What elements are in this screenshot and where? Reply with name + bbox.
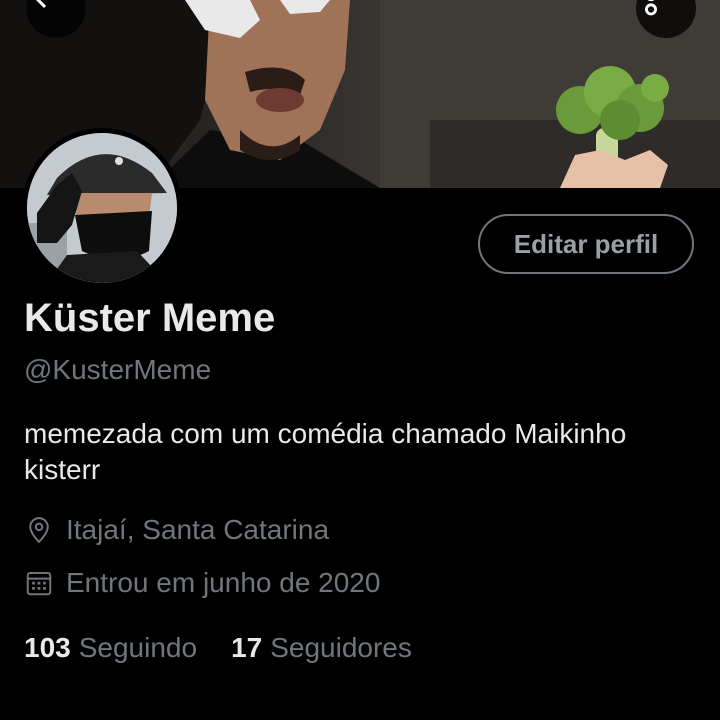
following-label: Seguindo [78, 632, 198, 663]
joined-row: Entrou em junho de 2020 [24, 567, 380, 599]
joined-text: Entrou em junho de 2020 [66, 567, 381, 598]
calendar-icon [24, 568, 54, 598]
avatar-photo [27, 133, 177, 283]
followers-link[interactable]: 17 Seguidores [231, 632, 412, 664]
followers-label: Seguidores [270, 632, 412, 663]
location-text: Itajaí, Santa Catarina [66, 514, 330, 545]
display-name: Küster Meme [24, 296, 276, 340]
following-count: 103 [24, 632, 71, 663]
edit-profile-button[interactable]: Editar perfil [478, 214, 694, 274]
followers-count: 17 [231, 632, 263, 663]
arrow-left-icon [36, 0, 47, 8]
location-row: Itajaí, Santa Catarina [24, 514, 329, 546]
follow-stats: 103 Seguindo 17 Seguidores [24, 632, 446, 664]
map-pin-icon [24, 515, 54, 545]
user-handle: @KusterMeme [24, 354, 212, 385]
following-link[interactable]: 103 Seguindo [24, 632, 197, 664]
more-vertical-icon [645, 0, 658, 16]
avatar[interactable] [27, 133, 177, 283]
profile-bio: memezada com um comédia chamado Maikinho… [24, 418, 627, 485]
